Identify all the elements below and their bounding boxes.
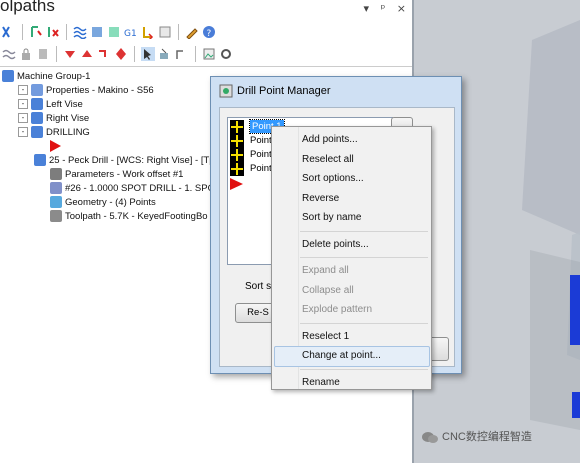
edit-icon[interactable] <box>185 25 199 39</box>
move-up-icon[interactable] <box>80 47 94 61</box>
tree-item-label: Toolpath - 5.7K - KeyedFootingBo <box>65 211 208 222</box>
wave-icon[interactable] <box>2 47 16 61</box>
watermark-text: CNC数控编程智造 <box>442 431 532 443</box>
menu-item-add-points[interactable]: Add points... <box>302 130 358 149</box>
point-item[interactable]: Point <box>250 134 272 147</box>
simulate-icon[interactable] <box>107 25 121 39</box>
tree-item-label: DRILLING <box>46 127 90 138</box>
insert-after-icon[interactable] <box>97 47 111 61</box>
toolpath-icon <box>50 210 62 223</box>
tree-item[interactable]: 25 - Peck Drill - [WCS: Right Vise] - [T… <box>34 154 215 168</box>
tree-item[interactable]: #26 - 1.0000 SPOT DRILL - 1. SPO <box>50 182 215 196</box>
tree-item-label: 25 - Peck Drill - [WCS: Right Vise] - [T… <box>49 155 215 166</box>
menu-item-delete-points[interactable]: Delete points... <box>302 235 369 254</box>
group-icon <box>31 98 43 111</box>
machine-icon <box>2 70 14 83</box>
expand-icon[interactable]: - <box>18 99 28 110</box>
parameters-icon <box>50 168 62 181</box>
tree-item[interactable]: - Left Vise <box>18 98 83 112</box>
tree-item-label: Geometry - (4) Points <box>65 197 156 208</box>
tree-item[interactable] <box>34 140 64 154</box>
display-selected-icon[interactable] <box>158 47 172 61</box>
group-icon <box>31 126 43 139</box>
solid-face-blue <box>570 275 580 345</box>
menu-item-collapse-all: Collapse all <box>302 284 354 296</box>
tree-item[interactable]: Toolpath - 5.7K - KeyedFootingBo <box>50 210 208 224</box>
verify-icon[interactable] <box>90 25 104 39</box>
point-item[interactable]: Point <box>250 162 272 175</box>
regen-dirty-icon[interactable] <box>46 25 60 39</box>
menu-item-reverse[interactable]: Reverse <box>302 189 339 208</box>
tree-item-label: Properties - Makino - S56 <box>46 85 154 96</box>
panel-controls: ▾ ᵖ × <box>364 2 406 15</box>
menu-item-explode-pattern: Explode pattern <box>302 304 373 315</box>
properties-icon <box>31 84 43 97</box>
menu-separator <box>300 257 428 258</box>
tree-item-label: Left Vise <box>46 99 83 110</box>
close-icon[interactable]: × <box>397 2 406 15</box>
expand-icon[interactable]: - <box>18 127 28 138</box>
tree-item-label: Right Vise <box>46 113 90 124</box>
svg-text:?: ? <box>207 29 212 39</box>
point-markers-icon <box>230 121 243 190</box>
menu-item-sort-options[interactable]: Sort options... <box>302 169 364 188</box>
menu-item-expand-all: Expand all <box>302 265 349 276</box>
lock-icon[interactable] <box>19 47 33 61</box>
menu-separator <box>300 322 428 324</box>
display-icon[interactable] <box>175 47 189 61</box>
regen-icon[interactable] <box>29 25 43 39</box>
menu-item-reselect-1[interactable]: Reselect 1 <box>302 327 349 346</box>
sort-label: Sort st <box>245 281 274 292</box>
menu-item-sort-by-name[interactable]: Sort by name <box>302 208 361 227</box>
menu-item-change-at-point[interactable]: Change at point... <box>302 346 381 365</box>
pin-icon[interactable]: ᵖ <box>381 2 386 15</box>
tree-item-label: Machine Group-1 <box>17 71 91 82</box>
tree-item-label: Parameters - Work offset #1 <box>65 169 184 180</box>
toolbar-row-2 <box>2 44 233 64</box>
menu-separator <box>300 230 428 232</box>
settings-icon[interactable] <box>219 47 233 61</box>
dialog-title: Drill Point Manager <box>237 85 331 97</box>
menu-item-rename[interactable]: Rename <box>302 373 340 392</box>
dialog-icon <box>219 84 233 98</box>
backplot-icon[interactable] <box>73 25 87 39</box>
tree-item[interactable]: - DRILLING <box>18 126 90 140</box>
group-icon <box>31 112 43 125</box>
tree-item[interactable]: Machine Group-1 <box>2 70 90 84</box>
toolbar-row-1: G1 ? <box>2 22 216 42</box>
pointer-icon[interactable] <box>141 47 155 61</box>
select-all-icon[interactable] <box>2 25 16 39</box>
image-icon[interactable] <box>202 47 216 61</box>
operation-icon <box>34 154 46 167</box>
tool-icon <box>50 182 62 195</box>
svg-text:G1: G1 <box>124 29 137 39</box>
tree-item-label: #26 - 1.0000 SPOT DRILL - 1. SPO <box>65 183 215 194</box>
expand-icon[interactable]: - <box>18 113 28 124</box>
watermark: CNC数控编程智造 <box>422 428 532 444</box>
dropdown-icon[interactable]: ▾ <box>364 2 370 15</box>
hide-icon[interactable] <box>36 47 50 61</box>
tree-item[interactable]: Geometry - (4) Points <box>50 196 156 210</box>
geometry-icon <box>50 196 62 209</box>
menu-separator <box>300 368 428 370</box>
toolpath-manager-icon[interactable] <box>158 25 172 39</box>
point-item[interactable]: Point <box>250 148 272 161</box>
tree-item[interactable]: Parameters - Work offset #1 <box>50 168 183 182</box>
tree-item[interactable]: - Properties - Makino - S56 <box>18 84 154 98</box>
move-down-icon[interactable] <box>63 47 77 61</box>
solid-face-blue-2 <box>572 392 580 418</box>
insert-icon[interactable] <box>114 47 128 61</box>
expand-icon[interactable]: - <box>18 85 28 96</box>
context-menu: Add points... Reselect all Sort options...… <box>271 126 432 390</box>
post-icon[interactable] <box>141 25 155 39</box>
menu-item-reselect-all[interactable]: Reselect all <box>302 150 354 169</box>
wechat-icon <box>422 431 438 443</box>
panel-title: olpaths <box>0 0 55 15</box>
tree-item[interactable]: - Right Vise <box>18 112 89 126</box>
insert-arrow-icon <box>50 140 61 153</box>
g1-icon[interactable]: G1 <box>124 25 138 39</box>
help-icon[interactable]: ? <box>202 25 216 39</box>
